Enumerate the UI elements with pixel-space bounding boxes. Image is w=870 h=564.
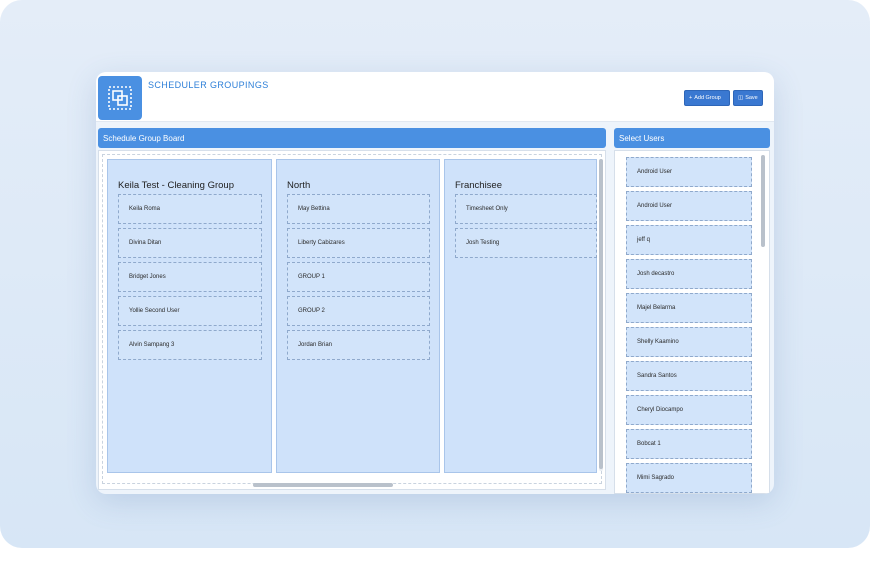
save-label: Save — [745, 95, 758, 101]
group-member[interactable]: Jordan Brian — [287, 330, 430, 360]
add-group-label: Add Group — [694, 95, 721, 101]
group-member[interactable]: Liberty Cabizares — [287, 228, 430, 258]
app-window: SCHEDULER GROUPINGS + Add Group ◫ Save S… — [96, 72, 774, 494]
group-title: Keila Test - Cleaning Group — [118, 180, 234, 191]
users-scrollbar[interactable] — [761, 155, 765, 247]
group-column[interactable]: Keila Test - Cleaning Group Keila Roma D… — [107, 159, 272, 473]
save-icon: ◫ — [738, 95, 744, 101]
page-header: SCHEDULER GROUPINGS + Add Group ◫ Save — [96, 72, 774, 122]
user-item[interactable]: Android User — [626, 191, 752, 221]
group-member[interactable]: May Bettina — [287, 194, 430, 224]
user-item[interactable]: jeff q — [626, 225, 752, 255]
user-item[interactable]: Majel Belarma — [626, 293, 752, 323]
group-member[interactable]: GROUP 2 — [287, 296, 430, 326]
group-column[interactable]: Franchisee Timesheet Only Josh Testing — [444, 159, 597, 473]
user-item[interactable]: Android User — [626, 157, 752, 187]
board-canvas: Keila Test - Cleaning Group Keila Roma D… — [102, 154, 603, 487]
page-title: SCHEDULER GROUPINGS — [148, 80, 269, 90]
user-item[interactable]: Bobcat 1 — [626, 429, 752, 459]
group-title: North — [287, 180, 311, 191]
group-member[interactable]: Alvin Sampang 3 — [118, 330, 262, 360]
group-member[interactable]: Josh Testing — [455, 228, 597, 258]
select-users-list: Android User Android User jeff q Josh de… — [614, 150, 770, 494]
users-header: Select Users — [614, 128, 770, 148]
group-member[interactable]: GROUP 1 — [287, 262, 430, 292]
group-title: Franchisee — [455, 180, 502, 191]
group-column[interactable]: North May Bettina Liberty Cabizares GROU… — [276, 159, 440, 473]
board-vertical-scrollbar[interactable] — [599, 159, 603, 471]
group-member[interactable]: Keila Roma — [118, 194, 262, 224]
user-item[interactable]: Cheryl Diocampo — [626, 395, 752, 425]
user-item[interactable]: Josh decastro — [626, 259, 752, 289]
plus-icon: + — [689, 95, 693, 101]
scrollbar-thumb[interactable] — [599, 159, 603, 469]
group-member[interactable]: Timesheet Only — [455, 194, 597, 224]
board-horizontal-scrollbar[interactable] — [253, 483, 393, 487]
board-header: Schedule Group Board — [98, 128, 606, 148]
group-member[interactable]: Bridget Jones — [118, 262, 262, 292]
user-item[interactable]: Shelly Kaamino — [626, 327, 752, 357]
user-item[interactable]: Sandra Santos — [626, 361, 752, 391]
group-member[interactable]: Divina Ditan — [118, 228, 262, 258]
save-button[interactable]: ◫ Save — [733, 90, 763, 106]
schedule-group-board: Keila Test - Cleaning Group Keila Roma D… — [98, 150, 606, 490]
group-member[interactable]: Yollie Second User — [118, 296, 262, 326]
user-item[interactable]: Mimi Sagrado — [626, 463, 752, 493]
add-group-button[interactable]: + Add Group — [684, 90, 730, 106]
group-select-icon — [98, 76, 142, 120]
